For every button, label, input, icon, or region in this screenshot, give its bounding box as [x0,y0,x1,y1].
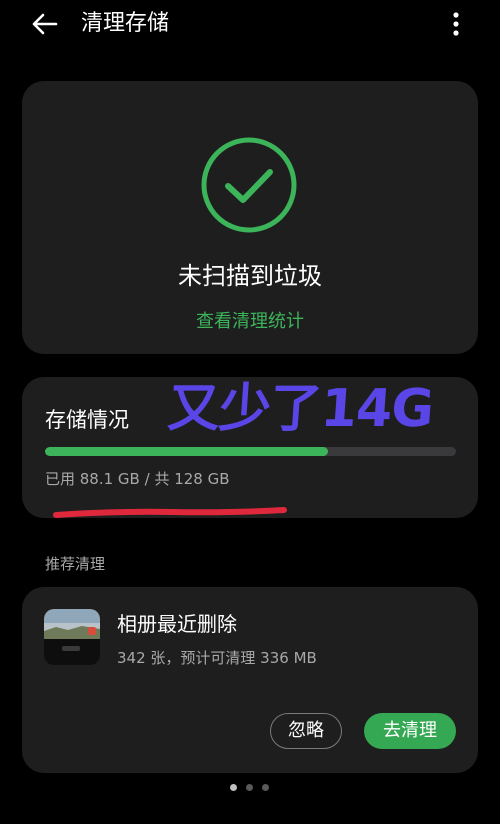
handwritten-annotation: 又少了14G [165,379,436,439]
page-indicator [227,783,273,793]
page-dot [262,784,269,791]
more-vertical-icon [453,12,459,36]
more-options-button[interactable] [442,8,470,42]
back-button[interactable] [28,10,62,38]
page-title: 清理存储 [81,11,170,36]
recommended-section-label: 推荐清理 [45,555,106,573]
recommendation-subtitle: 342 张，预计可清理 336 MB [117,649,317,667]
page-dot [246,784,253,791]
photo-thumbnail-image [44,609,100,665]
scan-status-text: 未扫描到垃圾 [178,262,322,290]
storage-title: 存储情况 [45,408,129,432]
storage-usage-text: 已用 88.1 GB / 共 128 GB [45,470,230,488]
go-clean-button[interactable]: 去清理 [364,713,456,749]
storage-usage-fill [45,447,328,456]
storage-usage-bar [45,447,456,456]
red-underline-mark [53,507,287,518]
recommendation-title: 相册最近删除 [117,612,237,636]
check-circle-icon [201,137,297,233]
album-thumbnail [44,609,100,665]
ignore-button[interactable]: 忽略 [270,713,342,749]
recommendation-card: 相册最近删除 342 张，预计可清理 336 MB 忽略 去清理 [22,587,478,773]
scan-status-card: 未扫描到垃圾 查看清理统计 [22,81,478,354]
top-bar: 清理存储 [0,0,500,50]
page-dot [230,784,237,791]
view-cleanup-stats-link[interactable]: 查看清理统计 [22,309,478,335]
arrow-left-icon [32,13,58,35]
storage-card: 存储情况 又少了14G 已用 88.1 GB / 共 128 GB [22,377,478,518]
